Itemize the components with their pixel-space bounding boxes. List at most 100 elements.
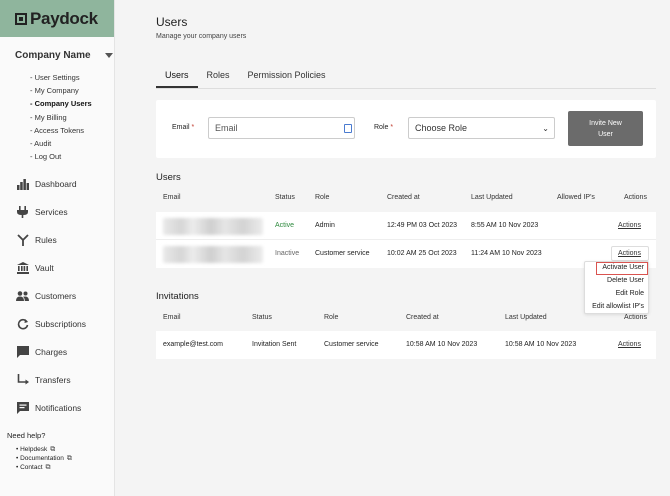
role-select[interactable]: Choose Role ⌄	[408, 117, 555, 139]
nav-subscriptions[interactable]: Subscriptions	[0, 310, 115, 338]
help-link-label: Contact	[20, 464, 43, 471]
rules-icon	[16, 234, 29, 247]
nav-customers[interactable]: Customers	[0, 282, 115, 310]
nav-dashboard[interactable]: Dashboard	[0, 170, 115, 198]
logo-icon	[15, 12, 27, 25]
email-field[interactable]	[208, 117, 355, 139]
autofill-icon	[344, 124, 352, 133]
help-link-label: Helpdesk	[20, 446, 48, 453]
nav-rules[interactable]: Rules	[0, 226, 115, 254]
company-switcher[interactable]: Company Name	[0, 37, 114, 65]
actions-link[interactable]: Actions	[618, 222, 641, 229]
account-menu: - User Settings - My Company - Company U…	[0, 65, 114, 163]
table-row: example@test.com Invitation Sent Custome…	[156, 331, 656, 359]
menu-item-edit-role[interactable]: Edit Role	[616, 290, 644, 297]
column-header: Last Updated	[505, 314, 547, 321]
email-cell: example@test.com	[163, 341, 224, 348]
menu-item-edit-allowlist-ips[interactable]: Edit allowlist IP's	[592, 303, 644, 310]
help-link-documentation[interactable]: • Documentation ⧉	[7, 455, 72, 464]
menu-item-activate-user[interactable]: Activate User	[602, 264, 644, 271]
transfer-icon	[16, 374, 29, 387]
invitations-table-header: Email Status Role Created at Last Update…	[156, 305, 656, 329]
column-header: Email	[163, 194, 181, 201]
column-header: Actions	[624, 314, 647, 321]
page-title: Users	[156, 15, 188, 29]
help-title: Need help?	[7, 431, 46, 440]
updated-cell: 10:58 AM 10 Nov 2023	[505, 341, 577, 348]
nav-transfers[interactable]: Transfers	[0, 366, 115, 394]
tab-users[interactable]: Users	[156, 64, 198, 88]
role-select-value: Choose Role	[415, 123, 468, 133]
nav-charges[interactable]: Charges	[0, 338, 115, 366]
tab-bar: Users Roles Permission Policies	[156, 64, 656, 89]
column-header: Status	[252, 314, 272, 321]
nav-label: Notifications	[35, 403, 82, 413]
status-badge: Active	[275, 222, 295, 229]
updated-cell: 11:24 AM 10 Nov 2023	[471, 250, 542, 257]
table-row: Inactive Customer service 10:02 AM 25 Oc…	[156, 240, 656, 268]
users-section-title: Users	[156, 172, 181, 183]
created-cell: 12:49 PM 03 Oct 2023	[387, 222, 458, 229]
users-table-header: Email Status Role Created at Last Update…	[156, 185, 656, 209]
column-header: Allowed IP's	[557, 194, 595, 201]
tab-permission-policies[interactable]: Permission Policies	[239, 64, 335, 88]
actions-link[interactable]: Actions	[618, 250, 641, 257]
external-link-icon: ⧉	[45, 464, 51, 471]
role-cell: Customer service	[324, 341, 379, 348]
nav-label: Dashboard	[35, 179, 77, 189]
actions-link[interactable]: Actions	[618, 341, 641, 348]
chevron-down-icon	[104, 53, 113, 58]
nav-label: Vault	[35, 263, 54, 273]
tab-roles[interactable]: Roles	[198, 64, 239, 88]
table-row: Active Admin 12:49 PM 03 Oct 2023 8:55 A…	[156, 212, 656, 240]
page-subtitle: Manage your company users	[156, 33, 247, 40]
menu-access-tokens[interactable]: - Access Tokens	[30, 124, 114, 137]
main-nav: Dashboard Services Rules Vault Customers	[0, 170, 115, 422]
help-link-helpdesk[interactable]: • Helpdesk ⧉	[7, 446, 72, 455]
invite-form: Email * Role * Choose Role ⌄ Invite New …	[156, 100, 656, 158]
company-name: Company Name	[15, 50, 91, 61]
nav-vault[interactable]: Vault	[0, 254, 115, 282]
menu-audit[interactable]: - Audit	[30, 137, 114, 150]
help-section: Need help? • Helpdesk ⧉ • Documentation ⧉ …	[7, 431, 72, 473]
nav-label: Subscriptions	[35, 319, 87, 329]
redacted-email	[163, 246, 263, 263]
menu-company-users[interactable]: - Company Users	[30, 97, 114, 110]
logo-bar: Paydock	[0, 0, 114, 37]
status-badge: Inactive	[275, 250, 300, 257]
status-cell: Invitation Sent	[252, 341, 297, 348]
menu-log-out[interactable]: - Log Out	[30, 150, 114, 163]
created-cell: 10:02 AM 25 Oct 2023	[387, 250, 457, 257]
updated-cell: 8:55 AM 10 Nov 2023	[471, 222, 539, 229]
nav-label: Transfers	[35, 375, 71, 385]
chevron-down-icon: ⌄	[542, 124, 549, 133]
menu-item-delete-user[interactable]: Delete User	[607, 277, 644, 284]
menu-my-company[interactable]: - My Company	[30, 84, 114, 97]
invite-new-user-button[interactable]: Invite New User	[568, 111, 643, 146]
help-link-label: Documentation	[20, 455, 64, 462]
invitations-section-title: Invitations	[156, 291, 199, 302]
column-header: Created at	[406, 314, 439, 321]
notifications-icon	[16, 402, 29, 415]
menu-user-settings[interactable]: - User Settings	[30, 71, 114, 84]
sidebar: Paydock Company Name - User Settings - M…	[0, 0, 115, 496]
menu-my-billing[interactable]: - My Billing	[30, 111, 114, 124]
email-label: Email *	[172, 124, 195, 131]
column-header: Actions	[624, 194, 647, 201]
nav-label: Charges	[35, 347, 68, 357]
column-header: Email	[163, 314, 181, 321]
external-link-icon: ⧉	[66, 455, 72, 462]
nav-notifications[interactable]: Notifications	[0, 394, 115, 422]
logo: Paydock	[30, 8, 98, 28]
role-cell: Admin	[315, 222, 335, 229]
external-link-icon: ⧉	[50, 446, 56, 453]
nav-services[interactable]: Services	[0, 198, 115, 226]
main-content: Users Manage your company users Users Ro…	[115, 0, 670, 496]
help-link-contact[interactable]: • Contact ⧉	[7, 464, 72, 473]
refresh-icon	[16, 318, 29, 331]
role-label: Role *	[374, 124, 394, 131]
actions-dropdown-menu: Activate User Delete User Edit Role Edit…	[584, 261, 649, 314]
bank-icon	[16, 262, 29, 275]
column-header: Status	[275, 194, 295, 201]
nav-label: Customers	[35, 291, 77, 301]
